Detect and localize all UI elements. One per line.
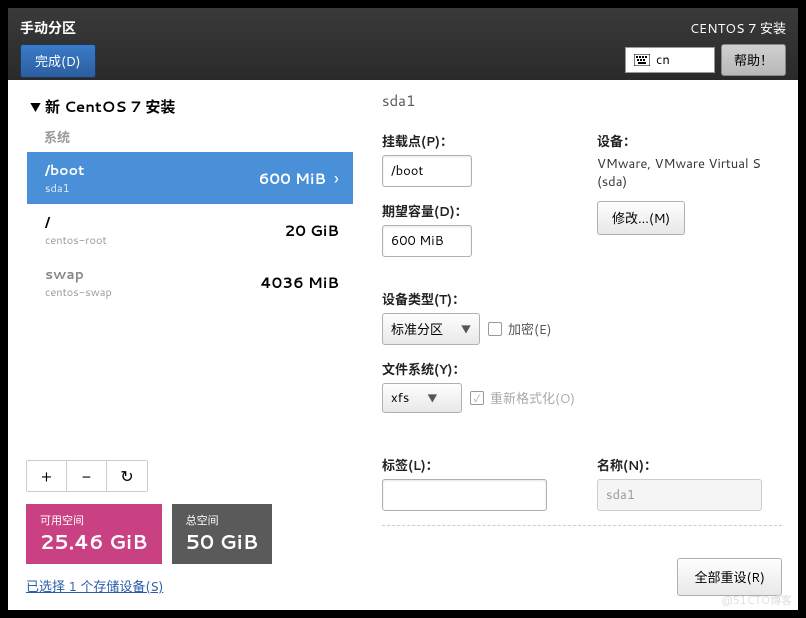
label-input[interactable] <box>382 479 547 511</box>
refresh-button[interactable]: ↻ <box>107 461 147 491</box>
mountpoint-input[interactable] <box>382 155 472 187</box>
available-space-box: 可用空间 25.46 GiB <box>26 504 162 564</box>
right-pane: sda1 挂载点(P)： 期望容量(D)： 设备： VMware, VMware… <box>368 80 798 610</box>
encrypt-label: 加密(E) <box>508 319 552 339</box>
device-type-label: 设备类型(T)： <box>382 289 782 309</box>
left-pane: ▼ 新 CentOS 7 安装 系统 /boot sda1 600 MiB › <box>8 80 368 610</box>
filesystem-label: 文件系统(Y)： <box>382 359 782 379</box>
device-text: VMware, VMware Virtual S (sda) <box>597 155 782 191</box>
capacity-label: 期望容量(D)： <box>382 201 567 221</box>
partition-row-boot[interactable]: /boot sda1 600 MiB › <box>27 152 353 204</box>
partition-list: /boot sda1 600 MiB › / centos-root 20 Gi… <box>26 151 354 309</box>
section-system: 系统 <box>26 123 354 151</box>
partition-row-root[interactable]: / centos-root 20 GiB <box>27 204 353 256</box>
filesystem-select[interactable]: xfs ▼ <box>382 383 462 413</box>
divider <box>382 525 782 526</box>
storage-devices-link[interactable]: 已选择 1 个存储设备(S) <box>26 576 354 596</box>
watermark: @51CTO博客 <box>721 592 792 608</box>
reformat-label: 重新格式化(O) <box>490 388 575 408</box>
chevron-down-icon: ▼ <box>461 321 471 337</box>
installer-title: CENTOS 7 安装 <box>690 18 786 38</box>
keyboard-layout-label: cn <box>656 51 670 69</box>
done-button[interactable]: 完成(D) <box>20 44 96 78</box>
device-type-select[interactable]: 标准分区 ▼ <box>382 313 480 345</box>
label-label: 标签(L)： <box>382 455 567 475</box>
total-space-box: 总空间 50 GiB <box>172 504 273 564</box>
mountpoint-label: 挂载点(P)： <box>382 131 567 151</box>
modify-button[interactable]: 修改...(M) <box>597 201 685 235</box>
reset-all-button[interactable]: 全部重设(R) <box>677 558 782 596</box>
chevron-right-icon: › <box>334 165 339 191</box>
screen-title: 手动分区 <box>20 18 76 38</box>
top-bar: 手动分区 完成(D) CENTOS 7 安装 cn 帮助！ <box>8 8 798 80</box>
add-partition-button[interactable]: + <box>27 461 67 491</box>
install-header[interactable]: ▼ 新 CentOS 7 安装 <box>26 90 354 123</box>
remove-partition-button[interactable]: − <box>67 461 107 491</box>
name-input <box>597 479 762 511</box>
name-label: 名称(N)： <box>597 455 782 475</box>
partition-row-swap[interactable]: swap centos-swap 4036 MiB <box>27 256 353 308</box>
device-label: 设备： <box>597 131 782 151</box>
encrypt-checkbox[interactable] <box>488 322 502 336</box>
capacity-input[interactable] <box>382 225 472 257</box>
partition-toolbar: + − ↻ <box>26 460 148 492</box>
partition-title: sda1 <box>382 90 782 111</box>
chevron-down-icon: ▼ <box>427 390 437 406</box>
keyboard-layout-selector[interactable]: cn <box>625 47 715 73</box>
keyboard-icon <box>634 54 650 66</box>
help-button[interactable]: 帮助！ <box>721 44 786 76</box>
reformat-checkbox: ✓ <box>470 391 484 405</box>
expand-triangle-icon: ▼ <box>30 99 41 115</box>
